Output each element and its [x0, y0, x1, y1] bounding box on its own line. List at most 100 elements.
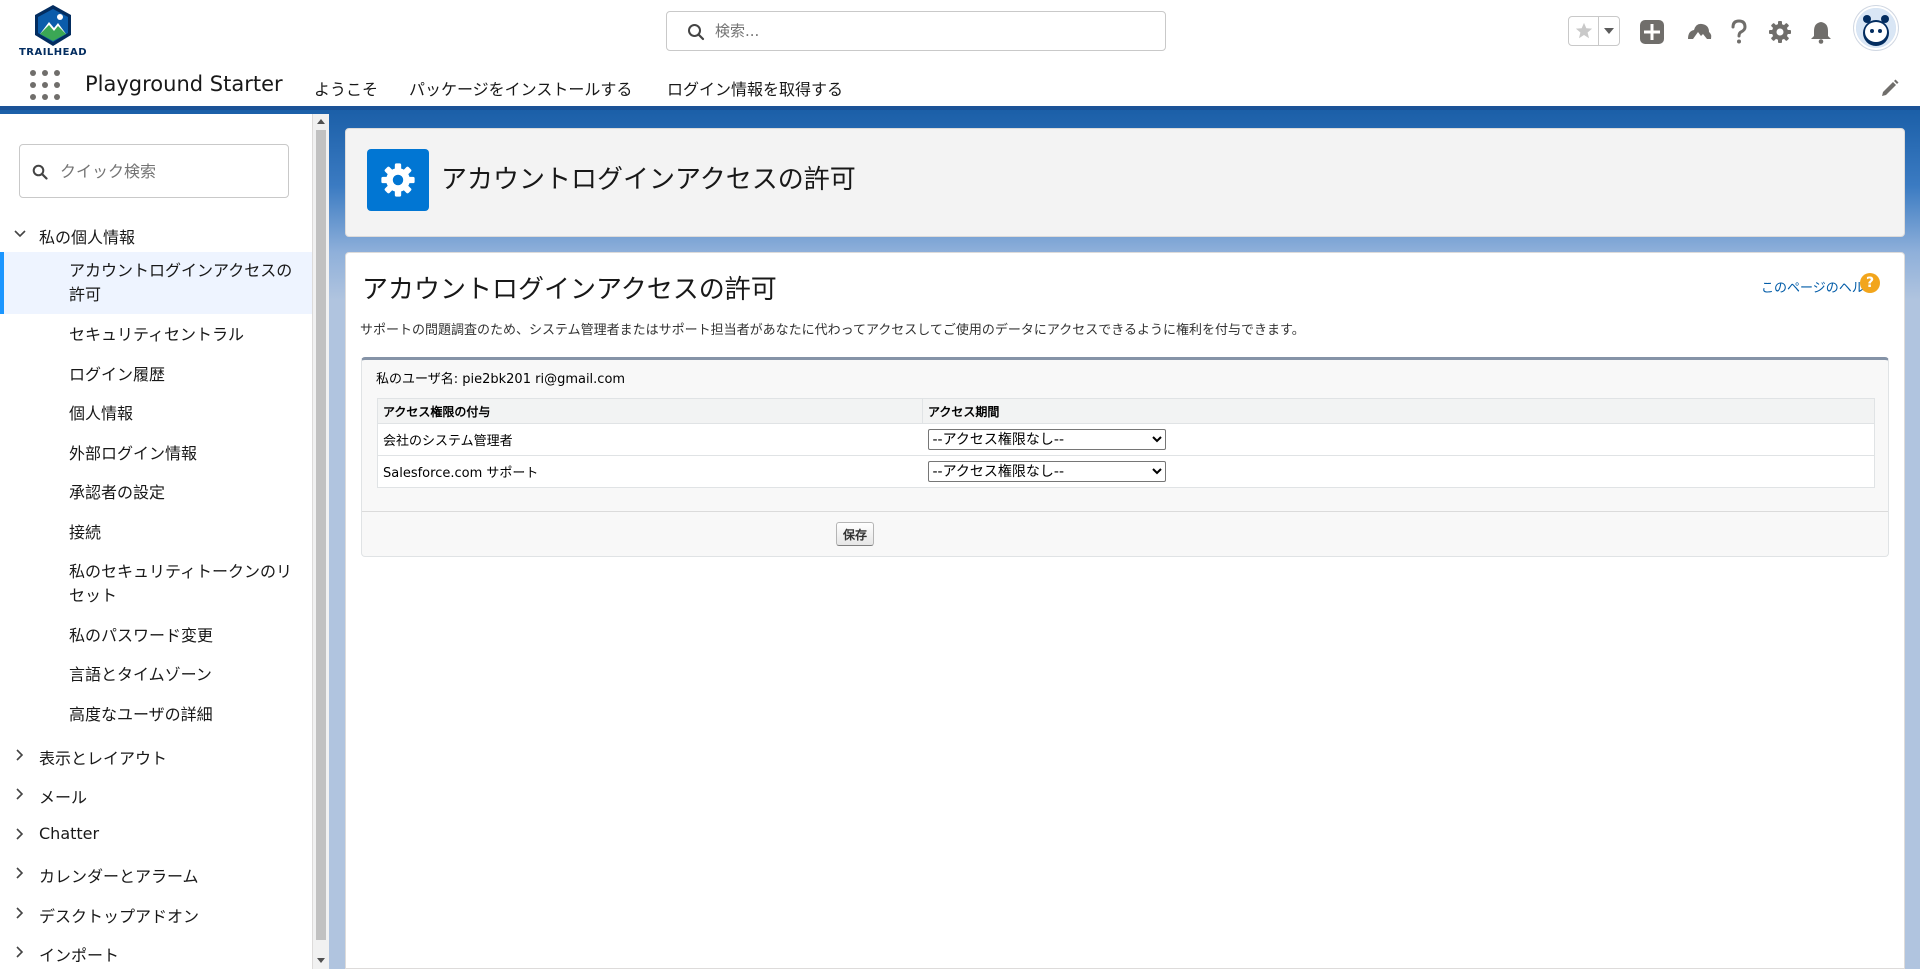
global-actions-button[interactable]: [1636, 16, 1668, 48]
column-header-duration: アクセス期間: [922, 398, 1875, 424]
grantee-cell: 会社のシステム管理者: [377, 423, 923, 456]
sidebar-section-my-personal-info[interactable]: 私の個人情報: [0, 222, 312, 247]
sidebar-item-label: ログイン履歴: [69, 365, 166, 384]
search-icon: [688, 24, 705, 41]
table-row: Salesforce.com サポート --アクセス権限なし--: [377, 455, 1875, 488]
favorite-star-button[interactable]: [1569, 17, 1599, 45]
sidebar-item-label: 高度なユーザの詳細: [69, 705, 213, 724]
caret-down-icon: [1604, 28, 1614, 34]
page-header: アカウントログインアクセスの許可: [345, 128, 1905, 237]
table-header-row: アクセス権限の付与 アクセス期間: [377, 398, 1875, 424]
quick-find-input[interactable]: [60, 159, 280, 183]
add-icon: [1640, 20, 1664, 44]
sidebar-item-login-history[interactable]: ログイン履歴: [0, 360, 312, 390]
user-avatar[interactable]: [1854, 6, 1898, 50]
edit-nav-pencil-icon[interactable]: [1880, 78, 1900, 98]
sidebar-item-label: アカウントログインアクセスの許可: [69, 261, 293, 304]
sidebar-item-label: 接続: [69, 523, 102, 542]
setup-button[interactable]: [1764, 16, 1796, 48]
chevron-right-icon: [16, 749, 24, 761]
setup-gear-badge: [367, 149, 429, 211]
chevron-down-icon: [14, 230, 26, 238]
sidebar-section-display-layout[interactable]: 表示とレイアウト: [0, 742, 312, 768]
scrollbar-thumb[interactable]: [316, 130, 326, 940]
help-button[interactable]: [1723, 16, 1755, 48]
chevron-right-icon: [16, 907, 24, 919]
trailhead-logo-icon: [35, 5, 71, 46]
trailhead-guidance-button[interactable]: [1683, 16, 1715, 48]
setup-sidebar: 私の個人情報 アカウントログインアクセスの許可 セキュリティセントラル ログイン…: [0, 114, 313, 969]
help-question-icon[interactable]: ?: [1860, 273, 1880, 293]
sidebar-item-label: 承認者の設定: [69, 483, 166, 502]
sidebar-section-label: 私の個人情報: [39, 228, 136, 247]
sidebar-item-label: 私のパスワード変更: [69, 626, 214, 645]
sidebar-section-email[interactable]: メール: [0, 781, 312, 807]
sidebar-section-label: インポート: [39, 946, 120, 965]
grant-access-table: アクセス権限の付与 アクセス期間 会社のシステム管理者 --アクセス権限なし--…: [377, 398, 1875, 488]
sidebar-item-reset-security-token[interactable]: 私のセキュリティトークンのリセット: [0, 557, 312, 613]
app-launcher-button[interactable]: [30, 70, 60, 100]
gear-icon: [1769, 21, 1791, 43]
scroll-down-arrow-icon[interactable]: [317, 958, 325, 963]
content-title: アカウントログインアクセスの許可: [362, 275, 777, 305]
sidebar-item-label: 私のセキュリティトークンのリセット: [69, 562, 293, 605]
quick-find[interactable]: [19, 144, 289, 198]
sidebar-item-change-password[interactable]: 私のパスワード変更: [0, 621, 312, 651]
sidebar-section-calendar-alarms[interactable]: カレンダーとアラーム: [0, 860, 312, 886]
column-header-grantee: アクセス権限の付与: [377, 398, 923, 424]
trailhead-mountain-icon: [1688, 23, 1712, 39]
chevron-right-icon: [16, 828, 24, 840]
sidebar-item-advanced-user-details[interactable]: 高度なユーザの詳細: [0, 700, 312, 730]
logo-text: TRAILHEAD: [18, 47, 88, 58]
star-icon: [1575, 22, 1592, 39]
scroll-up-arrow-icon[interactable]: [317, 119, 325, 124]
sidebar-section-label: メール: [39, 788, 88, 807]
sidebar-item-approver-settings[interactable]: 承認者の設定: [0, 478, 312, 508]
sidebar-section-label: デスクトップアドオン: [39, 907, 200, 926]
button-bar: 保存: [362, 511, 1888, 555]
access-duration-select[interactable]: --アクセス権限なし--: [927, 461, 1166, 482]
sidebar-section-chatter[interactable]: Chatter: [0, 821, 312, 847]
sidebar-section-label: カレンダーとアラーム: [39, 867, 199, 886]
username-label: 私のユーザ名: pie2bk201 ri@gmail.com: [376, 372, 626, 387]
sidebar-section-label: Chatter: [39, 824, 100, 843]
sidebar-scrollbar[interactable]: [313, 114, 329, 969]
question-icon: [1731, 19, 1747, 44]
sidebar-item-label: 個人情報: [69, 404, 134, 423]
search-icon: [32, 164, 48, 180]
bell-icon: [1811, 22, 1831, 44]
save-button[interactable]: 保存: [836, 522, 875, 546]
astro-avatar-icon: [1856, 8, 1896, 48]
sidebar-item-grant-login-access[interactable]: アカウントログインアクセスの許可: [0, 252, 312, 314]
trailhead-logo[interactable]: TRAILHEAD: [18, 4, 88, 60]
sidebar-item-personal-info[interactable]: 個人情報: [0, 399, 312, 429]
page-header-title: アカウントログインアクセスの許可: [441, 165, 856, 195]
nav-item-get-login[interactable]: ログイン情報を取得する: [667, 76, 843, 100]
sidebar-item-connections[interactable]: 接続: [0, 518, 312, 548]
gear-icon: [381, 163, 415, 197]
favorites-dropdown-button[interactable]: [1599, 17, 1619, 45]
app-name: Playground Starter: [85, 72, 283, 96]
sidebar-section-desktop-addons[interactable]: デスクトップアドオン: [0, 900, 312, 926]
grantee-cell: Salesforce.com サポート: [377, 455, 923, 488]
table-row: 会社のシステム管理者 --アクセス権限なし--: [377, 423, 1875, 456]
global-header: TRAILHEAD: [0, 0, 1920, 62]
sidebar-item-language-timezone[interactable]: 言語とタイムゾーン: [0, 660, 312, 690]
favorites-group: [1568, 16, 1620, 46]
sidebar-item-label: セキュリティセントラル: [69, 325, 245, 344]
global-search[interactable]: [666, 11, 1166, 51]
grant-access-block: 私のユーザ名: pie2bk201 ri@gmail.com アクセス権限の付与…: [361, 357, 1889, 557]
access-duration-select[interactable]: --アクセス権限なし--: [927, 429, 1166, 450]
app-navigation-bar: Playground Starter ようこそ パッケージをインストールする ロ…: [0, 62, 1920, 110]
global-search-input[interactable]: [715, 18, 1145, 44]
chevron-right-icon: [16, 946, 24, 958]
chevron-right-icon: [16, 788, 24, 800]
sidebar-item-external-login[interactable]: 外部ログイン情報: [0, 439, 312, 469]
chevron-right-icon: [16, 867, 24, 879]
content-card: アカウントログインアクセスの許可 このページのヘルプ ? サポートの問題調査のた…: [345, 252, 1905, 969]
nav-item-welcome[interactable]: ようこそ: [314, 76, 378, 100]
notifications-button[interactable]: [1805, 16, 1837, 48]
sidebar-item-security-central[interactable]: セキュリティセントラル: [0, 320, 312, 350]
sidebar-section-import[interactable]: インポート: [0, 939, 312, 965]
nav-item-install-package[interactable]: パッケージをインストールする: [409, 76, 632, 100]
